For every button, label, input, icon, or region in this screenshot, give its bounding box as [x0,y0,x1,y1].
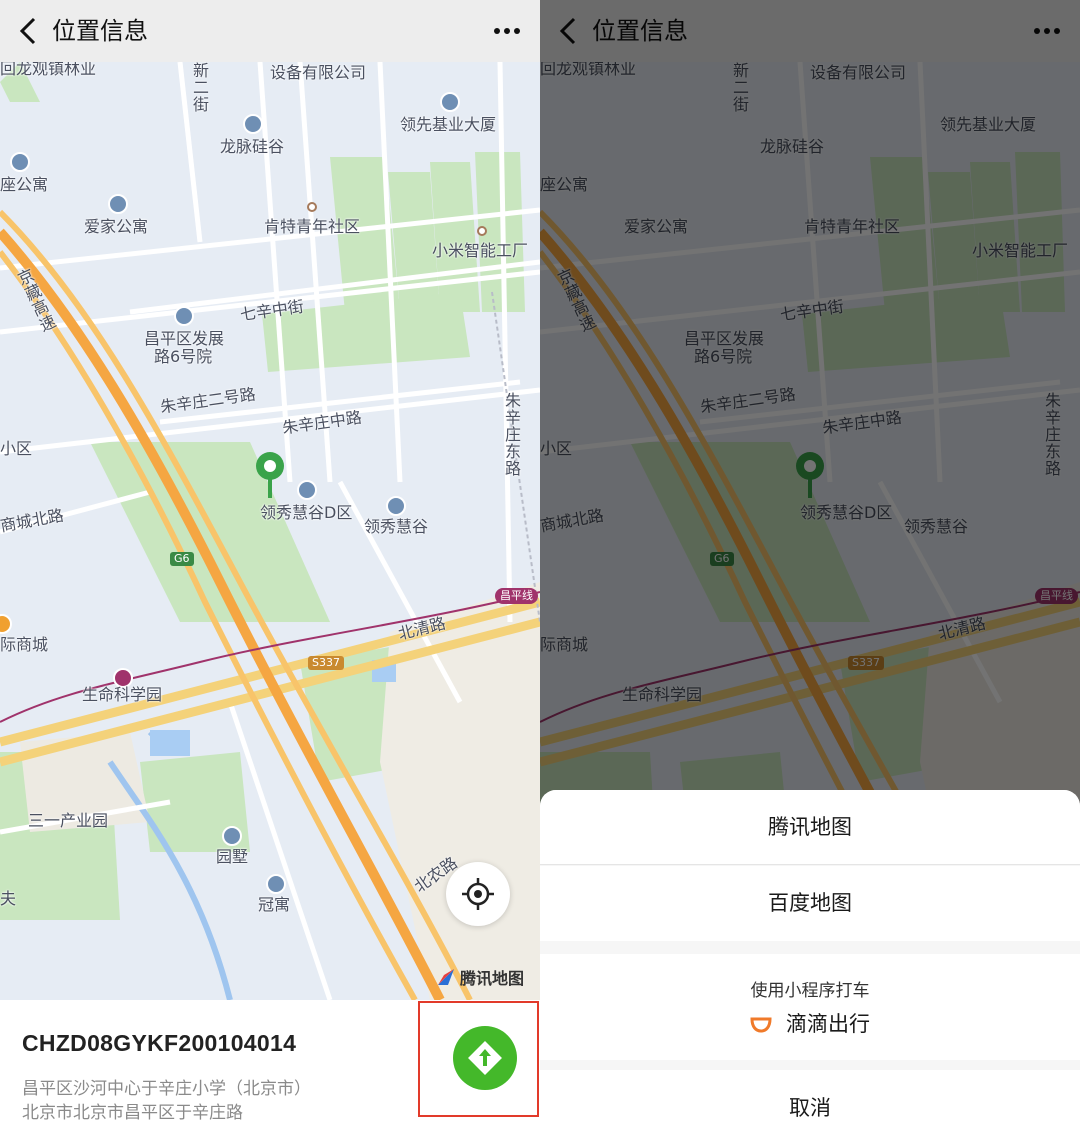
highlight-annotation [418,1001,539,1117]
map-label: 朱辛庄东路 [502,392,521,477]
map-label: 昌平区发展 [144,329,225,348]
map-label: 龙脉硅谷 [220,137,285,156]
home-icon [10,152,30,172]
map-label: 际商城 [0,635,49,654]
didi-label: 滴滴出行 [786,1012,870,1036]
more-icon[interactable] [492,18,522,44]
home-icon [266,874,286,894]
metro-line-badge: 昌平线 [495,588,538,604]
didi-icon [750,1017,772,1033]
tencent-map-icon [438,969,454,985]
map-label: 领先基业大厦 [400,115,497,134]
option-tencent-map[interactable]: 腾讯地图 [540,790,1080,865]
home-icon [386,496,406,516]
address-line-2: 北京市北京市昌平区于辛庄路 [22,1103,243,1123]
map-label: 座公寓 [0,175,49,194]
map-base [0,62,540,1000]
map-label: 肯特青年社区 [264,217,361,236]
action-sheet: 腾讯地图 百度地图 使用小程序打车 滴滴出行 取消 [540,790,1080,1146]
map-label: 小米智能工厂 [432,241,529,260]
location-code: CHZD08GYKF200104014 [22,1030,297,1056]
location-screen-with-sheet: 位置信息 [540,0,1080,1146]
map-label: 冠寓 [258,895,291,914]
nav-bar: 位置信息 [0,0,540,62]
map-label: 夫 [0,889,17,908]
option-didi[interactable]: 滴滴出行 [540,1008,1080,1038]
option-baidu-map[interactable]: 百度地图 [540,866,1080,941]
map-label: 新二街 [190,62,209,113]
map-label: 三一产业园 [28,811,109,830]
highway-shield: G6 [170,552,194,566]
map-provider-logo: 腾讯地图 [436,964,524,990]
hotel-icon [108,194,128,214]
map-label: 生命科学园 [82,685,163,704]
map-label: 回龙观镇林业 [0,62,97,78]
location-pin-icon [256,452,284,498]
location-screen: 位置信息 回龙观镇林业 设备有限公司 新二街 领先基业大厦 龙脉硅谷 座公寓 爱… [0,0,540,1146]
page-title: 位置信息 [52,17,148,45]
map-label: 路6号院 [154,347,213,366]
map-label: 领秀慧谷D区 [260,503,353,522]
road-shield: S337 [308,656,344,670]
poi-dot-icon [307,202,317,212]
map-label: 爱家公寓 [84,217,149,236]
back-arrow-icon[interactable] [14,14,44,48]
home-icon [174,306,194,326]
address-line-1: 昌平区沙河中心于辛庄小学（北京市） [22,1079,311,1099]
map-label: 园墅 [216,847,249,866]
home-icon [297,480,317,500]
map-label: 小区 [0,439,33,458]
map-label: 领秀慧谷 [364,517,429,536]
cancel-button[interactable]: 取消 [540,1070,1080,1146]
home-icon [222,826,242,846]
building-icon [440,92,460,112]
building-icon [243,114,263,134]
map-view[interactable]: 回龙观镇林业 设备有限公司 新二街 领先基业大厦 龙脉硅谷 座公寓 爱家公寓 肯… [0,62,540,1000]
locate-button[interactable] [446,862,510,926]
poi-dot-icon [477,226,487,236]
map-provider-name: 腾讯地图 [460,969,525,988]
map-label: 设备有限公司 [270,63,367,82]
taxi-hint: 使用小程序打车 [750,981,870,1001]
taxi-section[interactable]: 使用小程序打车 滴滴出行 [540,954,1080,1060]
crosshair-icon [462,878,494,910]
